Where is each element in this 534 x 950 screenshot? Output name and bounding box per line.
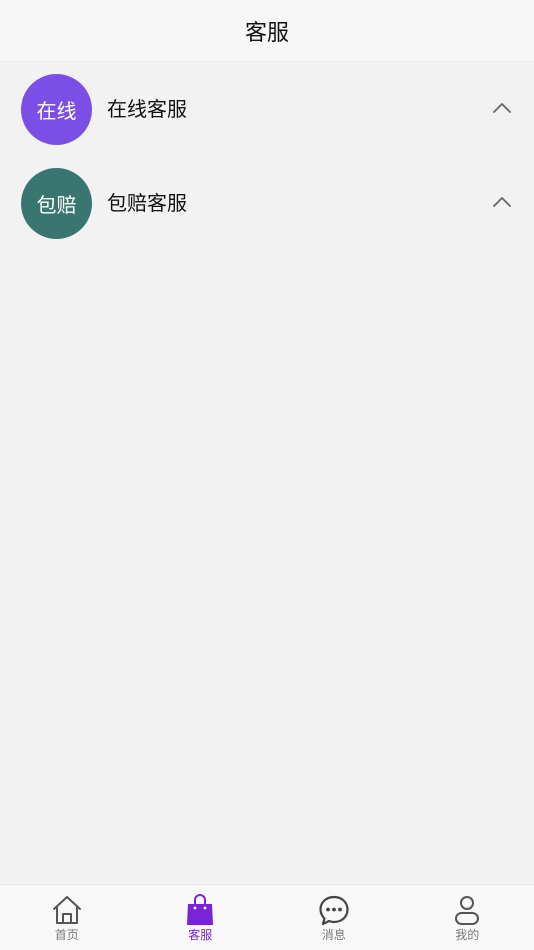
service-list: 在线 在线客服 包赔 包赔客服 (0, 62, 534, 250)
service-item-online[interactable]: 在线 在线客服 (0, 62, 534, 156)
tab-label: 消息 (321, 928, 346, 942)
avatar-text: 包赔 (36, 193, 77, 217)
home-icon (52, 896, 81, 924)
chevron-up-icon[interactable] (492, 101, 512, 115)
bottom-tab-bar: 首页 客服 消息 我的 (0, 884, 534, 950)
tab-label: 首页 (54, 928, 79, 942)
chat-bubble-icon (319, 895, 349, 926)
shopping-bag-icon (187, 894, 214, 925)
tab-messages[interactable]: 消息 (267, 885, 401, 950)
person-icon (455, 896, 480, 925)
top-nav-bar: 客服 (0, 0, 534, 62)
service-item-label: 在线客服 (107, 97, 187, 121)
tab-label: 客服 (188, 928, 213, 942)
tab-customer-service[interactable]: 客服 (134, 885, 268, 950)
tab-label: 我的 (455, 928, 480, 942)
chevron-up-icon[interactable] (492, 195, 512, 209)
service-item-label: 包赔客服 (107, 191, 187, 215)
service-item-compensation[interactable]: 包赔 包赔客服 (0, 156, 534, 250)
tab-profile[interactable]: 我的 (401, 885, 534, 950)
service-avatar: 在线 (21, 74, 92, 145)
page-title: 客服 (244, 20, 289, 46)
service-avatar: 包赔 (21, 168, 92, 239)
avatar-text: 在线 (36, 99, 77, 123)
tab-home[interactable]: 首页 (0, 885, 134, 950)
